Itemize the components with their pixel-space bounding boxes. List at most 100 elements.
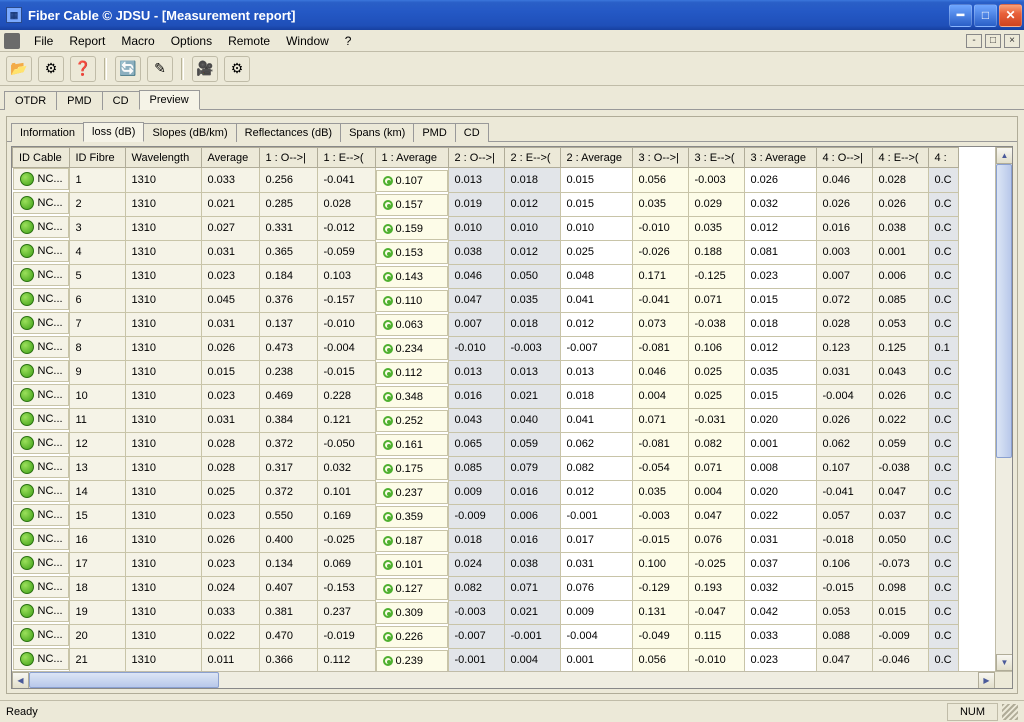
table-row[interactable]: NC...913100.0150.238-0.0150.1120.0130.01… (13, 360, 959, 384)
cell: 7 (69, 312, 125, 336)
table-row[interactable]: NC...113100.0330.256-0.0410.1070.0130.01… (13, 168, 959, 193)
tab-pmd[interactable]: PMD (56, 91, 102, 110)
cable-id-label: NC... (38, 245, 63, 257)
column-header[interactable]: 1 : E-->( (317, 148, 375, 168)
scroll-down-arrow-icon[interactable]: ▼ (996, 654, 1012, 671)
menu-window[interactable]: Window (278, 32, 337, 50)
table-scroll-area[interactable]: ID CableID FibreWavelengthAverage1 : O--… (12, 147, 1012, 671)
table-row[interactable]: NC...1713100.0230.1340.0690.1010.0240.03… (13, 552, 959, 576)
menu-file[interactable]: File (26, 32, 61, 50)
minimize-button[interactable]: ━ (949, 4, 972, 27)
column-header[interactable]: 1 : Average (375, 148, 448, 168)
column-header[interactable]: 3 : O-->| (632, 148, 688, 168)
maximize-button[interactable]: □ (974, 4, 997, 27)
subtab-spans--km-[interactable]: Spans (km) (340, 123, 414, 142)
column-header[interactable]: ID Fibre (69, 148, 125, 168)
subtab-loss--db-[interactable]: loss (dB) (83, 122, 144, 142)
mdi-restore-button[interactable]: □ (985, 34, 1001, 48)
table-row[interactable]: NC...813100.0260.473-0.0040.234-0.010-0.… (13, 336, 959, 360)
cell: 0.031 (560, 552, 632, 576)
hscroll-thumb[interactable] (29, 672, 219, 688)
menu-report[interactable]: Report (61, 32, 113, 50)
hscroll-track[interactable] (29, 672, 978, 688)
table-row[interactable]: NC...1513100.0230.5500.1690.359-0.0090.0… (13, 504, 959, 528)
column-header[interactable]: Average (201, 148, 259, 168)
column-header[interactable]: 4 : (928, 148, 958, 168)
column-header[interactable]: 1 : O-->| (259, 148, 317, 168)
open-icon[interactable]: 📂 (6, 56, 32, 82)
tab-otdr[interactable]: OTDR (4, 91, 57, 110)
cell: 1310 (125, 528, 201, 552)
cell: 0.031 (201, 408, 259, 432)
tab-cd[interactable]: CD (102, 91, 140, 110)
gear-icon[interactable]: ⚙ (224, 56, 250, 82)
table-row[interactable]: NC...713100.0310.137-0.0100.0630.0070.01… (13, 312, 959, 336)
table-row[interactable]: NC...1013100.0230.4690.2280.3480.0160.02… (13, 384, 959, 408)
table-row[interactable]: NC...413100.0310.365-0.0590.1530.0380.01… (13, 240, 959, 264)
subtab-reflectances--db-[interactable]: Reflectances (dB) (236, 123, 341, 142)
subtab-information[interactable]: Information (11, 123, 84, 142)
subtab-pmd[interactable]: PMD (413, 123, 455, 142)
table-row[interactable]: NC...1913100.0330.3810.2370.309-0.0030.0… (13, 600, 959, 624)
scroll-up-arrow-icon[interactable]: ▲ (996, 147, 1012, 164)
table-row[interactable]: NC...1613100.0260.400-0.0250.1870.0180.0… (13, 528, 959, 552)
column-header[interactable]: 3 : Average (744, 148, 816, 168)
help-icon[interactable]: ❓ (70, 56, 96, 82)
subtab-cd[interactable]: CD (455, 123, 489, 142)
subtab-slopes--db-km-[interactable]: Slopes (dB/km) (143, 123, 236, 142)
mdi-minimize-button[interactable]: - (966, 34, 982, 48)
table-row[interactable]: NC...1813100.0240.407-0.1530.1270.0820.0… (13, 576, 959, 600)
column-header[interactable]: 4 : E-->( (872, 148, 928, 168)
table-row[interactable]: NC...613100.0450.376-0.1570.1100.0470.03… (13, 288, 959, 312)
cell: 1310 (125, 408, 201, 432)
menu-options[interactable]: Options (163, 32, 220, 50)
cable-status-icon (20, 268, 34, 282)
table-row[interactable]: NC...213100.0210.2850.0280.1570.0190.012… (13, 192, 959, 216)
vscroll-thumb[interactable] (996, 164, 1012, 458)
cell: 0.131 (632, 600, 688, 624)
cell: -0.009 (448, 504, 504, 528)
cell: 0.041 (560, 408, 632, 432)
cable-status-icon (20, 292, 34, 306)
table-row[interactable]: NC...2013100.0220.470-0.0190.226-0.007-0… (13, 624, 959, 648)
cell: NC... (13, 456, 69, 478)
cell: 0.016 (504, 528, 560, 552)
scroll-right-arrow-icon[interactable]: ▶ (978, 672, 995, 689)
vscroll-track[interactable] (996, 164, 1012, 654)
resize-grip-icon[interactable] (1002, 704, 1018, 720)
table-row[interactable]: NC...1213100.0280.372-0.0500.1610.0650.0… (13, 432, 959, 456)
column-header[interactable]: 4 : O-->| (816, 148, 872, 168)
cell: NC... (13, 360, 69, 382)
column-header[interactable]: ID Cable (13, 148, 70, 168)
table-row[interactable]: NC...313100.0270.331-0.0120.1590.0100.01… (13, 216, 959, 240)
table-row[interactable]: NC...2113100.0110.3660.1120.239-0.0010.0… (13, 648, 959, 671)
average-indicator-icon (383, 632, 393, 642)
menu-remote[interactable]: Remote (220, 32, 278, 50)
document-icon (4, 33, 20, 49)
table-row[interactable]: NC...1113100.0310.3840.1210.2520.0430.04… (13, 408, 959, 432)
tab-preview[interactable]: Preview (139, 90, 200, 110)
column-header[interactable]: Wavelength (125, 148, 201, 168)
table-row[interactable]: NC...1313100.0280.3170.0320.1750.0850.07… (13, 456, 959, 480)
table-row[interactable]: NC...1413100.0250.3720.1010.2370.0090.01… (13, 480, 959, 504)
column-header[interactable]: 3 : E-->( (688, 148, 744, 168)
cell: 0.047 (872, 480, 928, 504)
mdi-close-button[interactable]: × (1004, 34, 1020, 48)
vertical-scrollbar[interactable]: ▲ ▼ (995, 147, 1012, 671)
cell: -0.015 (816, 576, 872, 600)
column-header[interactable]: 2 : E-->( (504, 148, 560, 168)
column-header[interactable]: 2 : Average (560, 148, 632, 168)
column-header[interactable]: 2 : O-->| (448, 148, 504, 168)
menu-[interactable]: ? (337, 32, 360, 50)
table-row[interactable]: NC...513100.0230.1840.1030.1430.0460.050… (13, 264, 959, 288)
cell: 0.161 (376, 434, 448, 456)
scroll-left-arrow-icon[interactable]: ◀ (12, 672, 29, 689)
horizontal-scrollbar[interactable]: ◀ ▶ (12, 671, 1012, 688)
edit-icon[interactable]: ✎ (147, 56, 173, 82)
settings-icon[interactable]: ⚙ (38, 56, 64, 82)
camera-icon[interactable]: 🎥 (192, 56, 218, 82)
refresh-icon[interactable]: 🔄 (115, 56, 141, 82)
menu-macro[interactable]: Macro (113, 32, 162, 50)
cell: 0.016 (816, 216, 872, 240)
close-button[interactable]: ✕ (999, 4, 1022, 27)
